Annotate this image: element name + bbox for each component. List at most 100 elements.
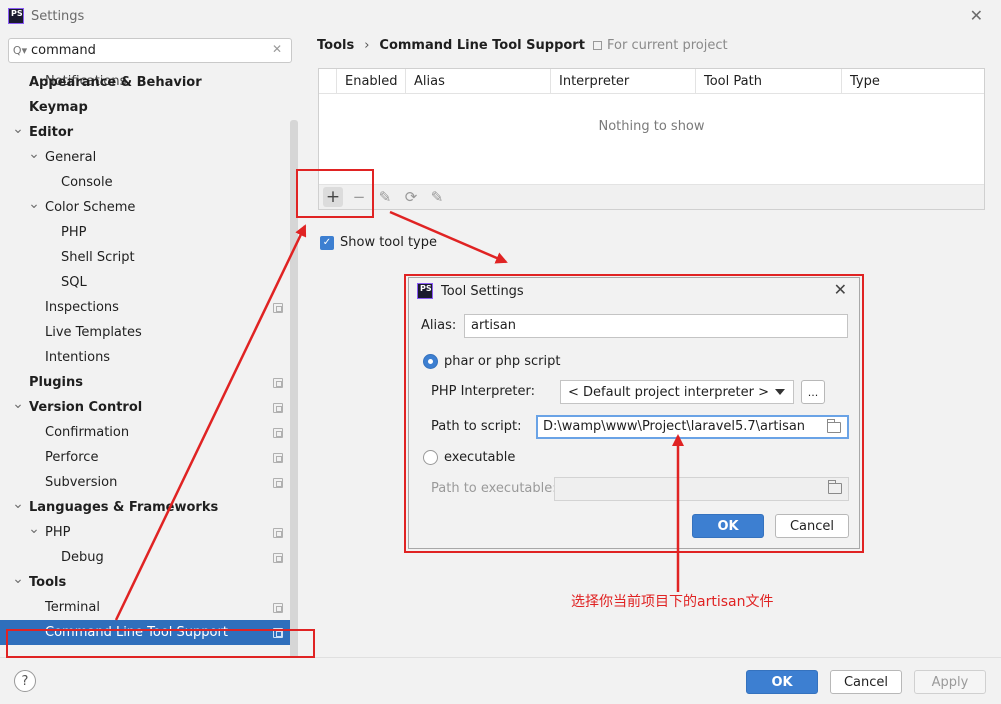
sidebar-item-general[interactable]: ⌄ General: [0, 145, 290, 170]
footer-bar: ? OK Cancel Apply: [0, 657, 1001, 704]
ok-button[interactable]: OK: [746, 670, 818, 694]
sidebar-item-php[interactable]: ⌄ PHP: [0, 520, 290, 545]
breadcrumb-separator: ›: [364, 38, 370, 53]
sidebar-item-sql[interactable]: SQL: [0, 270, 290, 295]
cancel-button[interactable]: Cancel: [830, 670, 902, 694]
tools-table: Enabled Alias Interpreter Tool Path Type…: [318, 68, 985, 210]
sidebar-item-editor[interactable]: ⌄ Editor: [0, 120, 290, 145]
sidebar-item-label: Keymap: [29, 100, 88, 115]
sidebar-item-label: Shell Script: [61, 250, 135, 265]
help-button[interactable]: ?: [14, 670, 36, 692]
chevron-down-icon[interactable]: ⌄: [28, 146, 40, 162]
sidebar-item-label: Perforce: [45, 450, 99, 465]
sidebar-item-perforce[interactable]: Perforce: [0, 445, 290, 470]
sidebar-item-label: Console: [61, 175, 113, 190]
sidebar-item-label: Confirmation: [45, 425, 130, 440]
show-tool-type-checkbox[interactable]: ✓: [320, 235, 334, 250]
column-header-enabled[interactable]: Enabled: [336, 69, 405, 94]
project-scope-icon: [273, 452, 283, 463]
sidebar-item-label: Languages & Frameworks: [29, 500, 219, 515]
title-bar: PS Settings ✕: [0, 0, 1001, 32]
column-header-type[interactable]: Type: [841, 69, 984, 94]
sidebar-item-plugins[interactable]: Plugins: [0, 370, 290, 395]
sidebar-item-appearance-and-behavior[interactable]: Appearance & Behavior: [0, 72, 290, 95]
annotation-box-selected-item: [6, 629, 315, 658]
chevron-down-icon[interactable]: ⌄: [28, 196, 40, 212]
sidebar-item-color-scheme[interactable]: ⌄ Color Scheme: [0, 195, 290, 220]
sidebar-item-terminal[interactable]: Terminal: [0, 595, 290, 620]
sidebar-item-label: Color Scheme: [45, 200, 136, 215]
sidebar-item-inspections[interactable]: Inspections: [0, 295, 290, 320]
sidebar-item-php[interactable]: PHP: [0, 220, 290, 245]
for-current-project: For current project: [593, 38, 728, 53]
sidebar-item-shell-script[interactable]: Shell Script: [0, 245, 290, 270]
breadcrumb-parent: Tools: [317, 38, 355, 53]
project-scope-icon: [273, 402, 283, 413]
sidebar-item-label: Inspections: [45, 300, 119, 315]
search-box[interactable]: Q▾ ✕: [8, 38, 292, 63]
sidebar-item-tools[interactable]: ⌄ Tools: [0, 570, 290, 595]
settings-tree: Notifications Appearance & Behavior Keymap…: [0, 72, 290, 657]
empty-table-message: Nothing to show: [598, 119, 705, 134]
search-icon: Q▾: [12, 44, 28, 57]
project-scope-icon: [273, 527, 283, 538]
project-scope-icon: [273, 477, 283, 488]
annotation-text: 选择你当前项目下的artisan文件: [571, 594, 774, 610]
sidebar-item-confirmation[interactable]: Confirmation: [0, 420, 290, 445]
column-header-alias[interactable]: Alias: [405, 69, 550, 94]
annotation-box-dialog: [404, 274, 864, 553]
for-current-project-label: For current project: [607, 38, 728, 53]
column-header-tool-path[interactable]: Tool Path: [695, 69, 841, 94]
project-scope-icon: [273, 427, 283, 438]
sidebar-item-label: Terminal: [45, 600, 100, 615]
project-scope-icon: [593, 41, 602, 50]
sidebar-item-label: Plugins: [29, 375, 83, 390]
chevron-down-icon[interactable]: ⌄: [12, 496, 24, 512]
chevron-down-icon[interactable]: ⌄: [12, 571, 24, 587]
sidebar-item-label: Intentions: [45, 350, 111, 365]
sidebar-item-label: PHP: [61, 225, 87, 240]
sidebar-item-intentions[interactable]: Intentions: [0, 345, 290, 370]
reload-icon[interactable]: ⟳: [401, 187, 421, 207]
show-tool-type-row[interactable]: ✓ Show tool type: [320, 235, 437, 250]
close-icon[interactable]: ✕: [970, 6, 983, 25]
sidebar-item-label: Tools: [29, 575, 67, 590]
sidebar-item-console[interactable]: Console: [0, 170, 290, 195]
table-header: Enabled Alias Interpreter Tool Path Type: [319, 69, 984, 94]
sidebar-item-label: PHP: [45, 525, 71, 540]
sidebar-item-label: Editor: [29, 125, 74, 140]
sidebar-item-label: Appearance & Behavior: [29, 75, 202, 90]
project-scope-icon: [273, 602, 283, 613]
breadcrumb-current: Command Line Tool Support: [379, 38, 585, 53]
show-tool-type-label: Show tool type: [340, 235, 437, 250]
sidebar-item-live-templates[interactable]: Live Templates: [0, 320, 290, 345]
table-toolbar: + − ✎ ⟳ ✎: [319, 184, 984, 209]
sidebar-item-debug[interactable]: Debug: [0, 545, 290, 570]
sidebar-item-label: Version Control: [29, 400, 143, 415]
chevron-down-icon[interactable]: ⌄: [28, 521, 40, 537]
phpstorm-logo-icon: PS: [8, 8, 24, 24]
column-header-interpreter[interactable]: Interpreter: [550, 69, 695, 94]
sidebar-item-label: Debug: [61, 550, 104, 565]
edit-icon[interactable]: ✎: [375, 187, 395, 207]
window-title: Settings: [31, 8, 85, 24]
annotation-box-add: [296, 169, 374, 218]
chevron-down-icon[interactable]: ⌄: [12, 396, 24, 412]
sidebar-item-languages-and-frameworks[interactable]: ⌄ Languages & Frameworks: [0, 495, 290, 520]
chevron-down-icon[interactable]: ⌄: [12, 121, 24, 137]
project-scope-icon: [273, 552, 283, 563]
sidebar-item-version-control[interactable]: ⌄ Version Control: [0, 395, 290, 420]
settings-sidebar: Q▾ ✕ NotificationsAppearance & BehaviorK…: [0, 32, 300, 685]
search-input[interactable]: [31, 43, 261, 58]
project-scope-icon: [273, 377, 283, 388]
sidebar-item-label: SQL: [61, 275, 87, 290]
sidebar-item-subversion[interactable]: Subversion: [0, 470, 290, 495]
sidebar-item-keymap[interactable]: Keymap: [0, 95, 290, 120]
export-icon[interactable]: ✎: [427, 187, 447, 207]
clear-search-icon[interactable]: ✕: [272, 42, 282, 56]
sidebar-item-label: Live Templates: [45, 325, 142, 340]
breadcrumb: Tools › Command Line Tool Support: [317, 38, 585, 53]
sidebar-item-label: General: [45, 150, 97, 165]
apply-button[interactable]: Apply: [914, 670, 986, 694]
project-scope-icon: [273, 302, 283, 313]
